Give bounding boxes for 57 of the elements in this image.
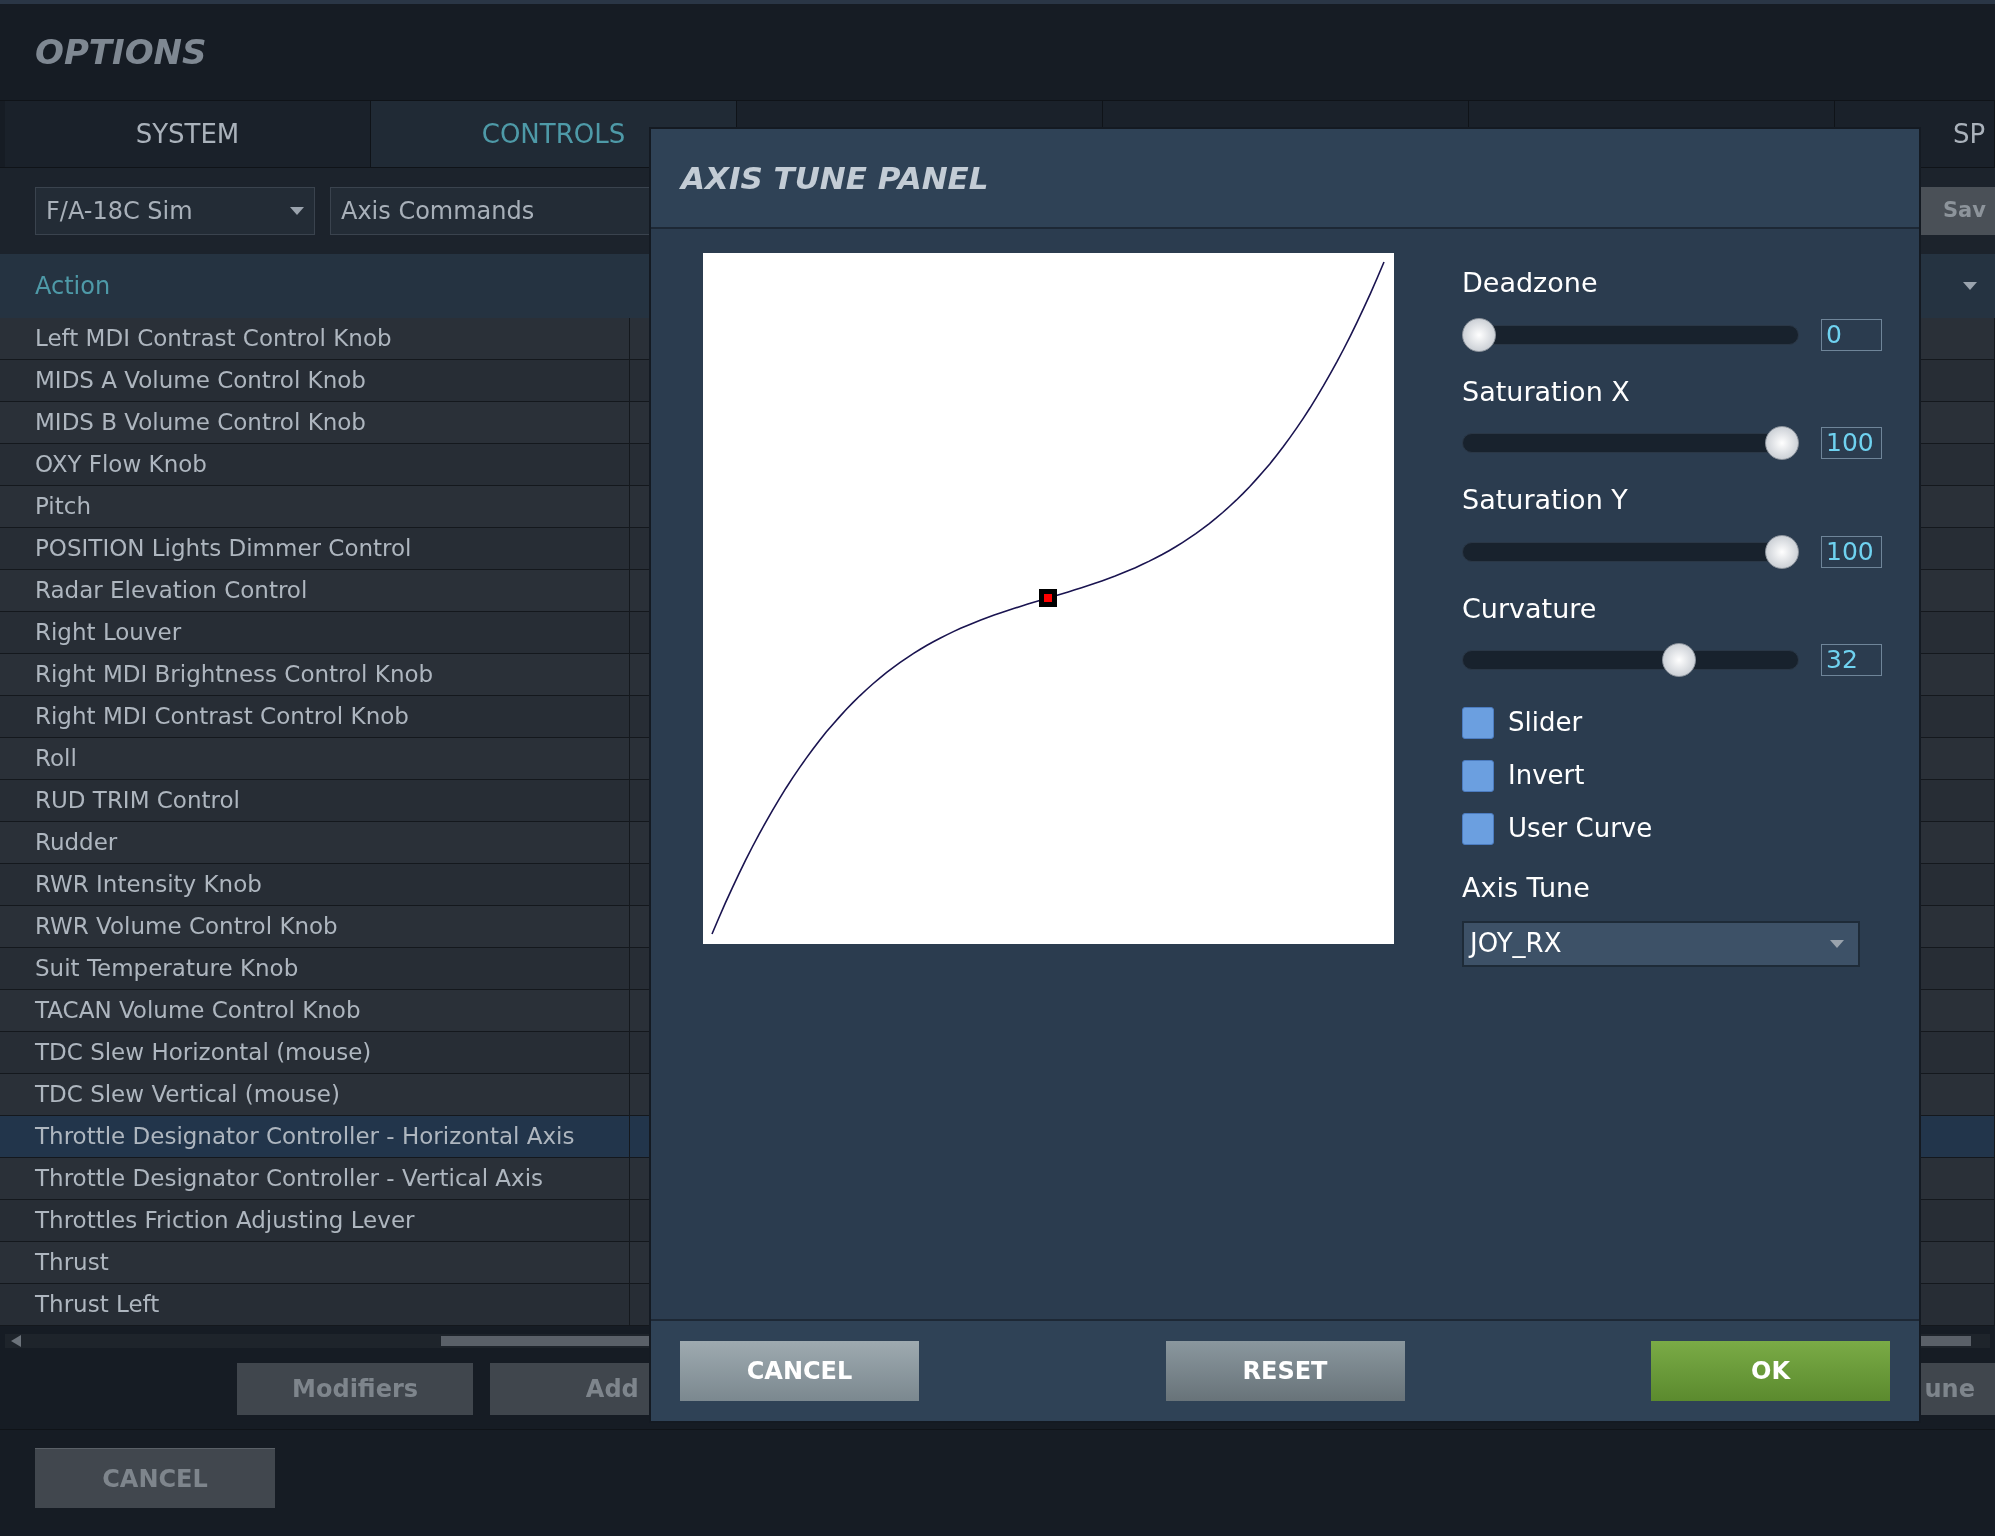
value-field[interactable]: 100 bbox=[1821, 535, 1882, 568]
value-field[interactable]: 100 bbox=[1821, 427, 1882, 459]
table-cell-text: TDC Slew Horizontal (mouse) bbox=[35, 1038, 372, 1068]
value-field[interactable]: 32 bbox=[1821, 644, 1882, 676]
slider-thumb[interactable] bbox=[1462, 317, 1496, 352]
checkbox[interactable] bbox=[1462, 706, 1494, 739]
dialog-button[interactable]: RESET bbox=[1165, 1341, 1405, 1401]
table-cell-text: Throttle Designator Controller - Horizontal Axis bbox=[35, 1122, 575, 1152]
slider[interactable] bbox=[1462, 643, 1799, 677]
slider[interactable] bbox=[1462, 534, 1799, 569]
table-cell-text: Pitch bbox=[35, 492, 91, 522]
table-cell-text: Thrust Left bbox=[35, 1290, 160, 1320]
table-cell-text: RUD TRIM Control bbox=[35, 786, 240, 816]
slider-label: Curvature bbox=[1462, 591, 1598, 626]
checkbox-label: Slider bbox=[1508, 706, 1583, 739]
slider-label: Saturation X bbox=[1462, 374, 1631, 409]
checkbox-label: Invert bbox=[1508, 759, 1585, 792]
table-cell-text: TACAN Volume Control Knob bbox=[35, 996, 361, 1026]
caret-icon bbox=[290, 207, 304, 215]
dialog-button[interactable]: OK bbox=[1651, 1341, 1890, 1401]
caret-icon bbox=[1963, 282, 1977, 290]
column-header: Action bbox=[35, 272, 111, 300]
table-cell-text: POSITION Lights Dimmer Control bbox=[35, 534, 412, 564]
checkbox-label: User Curve bbox=[1508, 812, 1653, 845]
table-cell-text: Radar Elevation Control bbox=[35, 576, 308, 606]
table-cell-text: RWR Volume Control Knob bbox=[35, 912, 338, 942]
table-cell-text: Throttle Designator Controller - Vertical Axis bbox=[35, 1164, 544, 1194]
table-cell-text: Right MDI Contrast Control Knob bbox=[35, 702, 409, 732]
slider-thumb[interactable] bbox=[1765, 426, 1799, 460]
table-cell-text: Rudder bbox=[35, 828, 118, 858]
aircraft-dropdown[interactable]: F/A-18C Sim bbox=[35, 187, 315, 235]
slider[interactable] bbox=[1462, 426, 1799, 460]
checkbox[interactable] bbox=[1462, 759, 1494, 792]
window-title: OPTIONS bbox=[35, 30, 207, 74]
table-cell-text: Right Louver bbox=[35, 618, 182, 648]
checkbox[interactable] bbox=[1462, 812, 1494, 845]
slider-thumb[interactable] bbox=[1765, 534, 1799, 569]
table-cell-text: Throttles Friction Adjusting Lever bbox=[35, 1206, 415, 1236]
slider-thumb[interactable] bbox=[1661, 643, 1696, 677]
table-cell-text: Right MDI Brightness Control Knob bbox=[35, 660, 434, 690]
dropdown-label: Axis Tune bbox=[1462, 871, 1591, 905]
table-cell-text: MIDS B Volume Control Knob bbox=[35, 408, 366, 438]
scroll-left-icon[interactable] bbox=[11, 1335, 21, 1347]
table-cell-text: OXY Flow Knob bbox=[35, 450, 207, 480]
value-field[interactable]: 0 bbox=[1821, 318, 1882, 351]
slider-label: Deadzone bbox=[1462, 266, 1599, 300]
table-cell-text: RWR Intensity Knob bbox=[35, 870, 262, 900]
axis-tune-dropdown[interactable]: JOY_RX bbox=[1462, 920, 1860, 967]
table-cell-text: Roll bbox=[35, 744, 77, 774]
table-cell-text: MIDS A Volume Control Knob bbox=[35, 366, 366, 396]
table-cell-text: Suit Temperature Knob bbox=[35, 954, 299, 984]
table-cell-text: Thrust bbox=[35, 1248, 109, 1278]
slider-label: Saturation Y bbox=[1462, 483, 1629, 517]
table-cell-text: Left MDI Contrast Control Knob bbox=[35, 324, 392, 354]
tab[interactable]: SYSTEM bbox=[5, 101, 371, 167]
slider[interactable] bbox=[1462, 317, 1799, 352]
table-cell-text: TDC Slew Vertical (mouse) bbox=[35, 1080, 340, 1110]
